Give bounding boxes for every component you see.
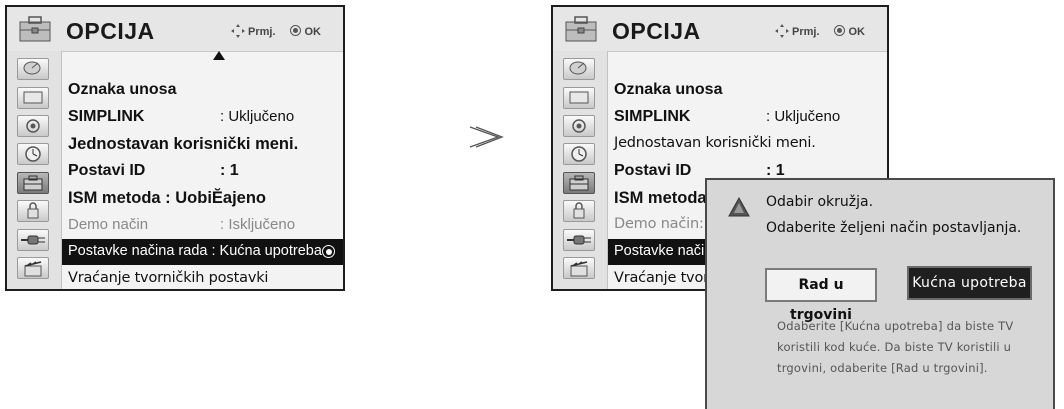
menu-item-mode-setting[interactable]: Postavke načina rada : Kućna upotreba — [62, 239, 343, 265]
speaker-icon[interactable] — [563, 115, 595, 137]
menu-item-simple-user-menu[interactable]: Jednostavan korisnički meni. — [608, 131, 887, 157]
ok-icon — [289, 25, 301, 36]
menu-title: OPCIJA — [612, 18, 701, 44]
warning-icon — [728, 197, 750, 217]
menu-item-simplink[interactable]: SIMPLINK: Uključeno — [608, 104, 887, 130]
menu-item-ism-method[interactable]: ISM metoda : UobiĔajeno — [62, 185, 343, 211]
menu-item-set-id[interactable]: Postavi ID: 1 — [62, 158, 343, 184]
menu-items: Oznaka unosa SIMPLINK: Uključeno Jednost… — [62, 51, 343, 289]
double-arrow-icon — [469, 126, 504, 148]
toolbox-icon[interactable] — [563, 172, 595, 194]
dialog-subtitle: Odaberite željeni način postavljanja. — [766, 220, 1022, 236]
ok-icon — [833, 25, 845, 36]
menu-item-input-label[interactable]: Oznaka unosa — [62, 77, 343, 103]
dpad-icon — [230, 24, 245, 38]
menu-item-demo-mode[interactable]: Demo način: Isključeno — [62, 212, 343, 238]
store-mode-button[interactable]: Rad u trgovini — [765, 268, 877, 323]
clock-icon[interactable] — [17, 143, 49, 165]
plug-icon[interactable] — [17, 229, 49, 251]
speaker-icon[interactable] — [17, 115, 49, 137]
toolbox-icon — [565, 16, 597, 42]
menu-header: OPCIJA Prmj. OK — [553, 7, 887, 52]
toolbox-icon[interactable] — [17, 172, 49, 194]
nav-ok-label: OK — [304, 26, 322, 38]
dpad-icon — [774, 24, 789, 38]
nav-hint: Prmj. OK — [774, 24, 866, 38]
plug-icon[interactable] — [563, 229, 595, 251]
category-icon-column — [553, 51, 608, 289]
satellite-dish-icon[interactable] — [563, 58, 595, 80]
menu-item-simple-user-menu[interactable]: Jednostavan korisnički meni. — [62, 131, 343, 157]
menu-item-factory-reset[interactable]: Vraćanje tvorničkih postavki — [62, 266, 343, 289]
lock-icon[interactable] — [17, 200, 49, 222]
nav-ok-label: OK — [848, 26, 866, 38]
menu-header: OPCIJA Prmj. OK — [7, 7, 343, 52]
menu-title: OPCIJA — [66, 18, 155, 44]
scroll-up-arrow-icon[interactable] — [213, 51, 225, 60]
category-icon-column — [7, 51, 62, 289]
monitor-icon[interactable] — [563, 87, 595, 109]
clapperboard-icon[interactable] — [17, 257, 49, 279]
menu-item-input-label[interactable]: Oznaka unosa — [608, 77, 887, 103]
menu-item-simplink[interactable]: SIMPLINK: Uključeno — [62, 104, 343, 130]
toolbox-icon — [19, 16, 51, 42]
lock-icon[interactable] — [563, 200, 595, 222]
selected-radio-icon — [322, 245, 335, 258]
home-use-button[interactable]: Kućna upotreba — [907, 266, 1032, 300]
nav-move-label: Prmj. — [791, 26, 820, 38]
dialog-title: Odabir okružja. — [766, 194, 874, 210]
environment-dialog: Odabir okružja. Odaberite željeni način … — [705, 178, 1055, 409]
dialog-note: Odaberite [Kućna upotreba] da biste TV k… — [777, 319, 1014, 375]
option-menu-left: OPCIJA Prmj. OK Oznaka unosa SIMPLINK: Uk… — [5, 5, 345, 291]
clapperboard-icon[interactable] — [563, 257, 595, 279]
monitor-icon[interactable] — [17, 87, 49, 109]
nav-move-label: Prmj. — [247, 26, 276, 38]
nav-hint: Prmj. OK — [230, 24, 322, 38]
clock-icon[interactable] — [563, 143, 595, 165]
satellite-dish-icon[interactable] — [17, 58, 49, 80]
